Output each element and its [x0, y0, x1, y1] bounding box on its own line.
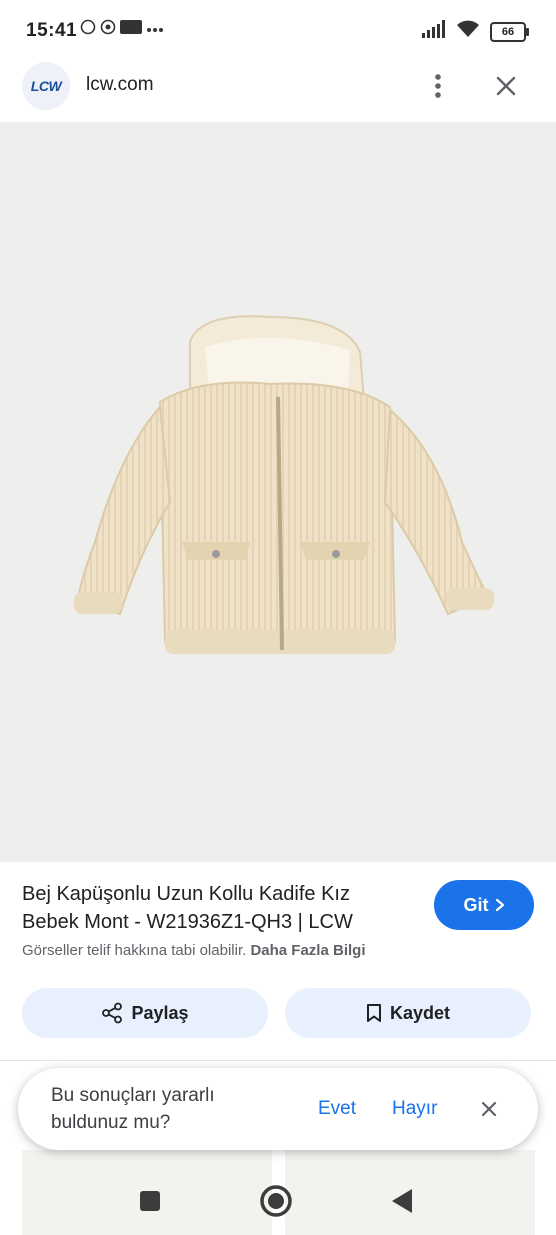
- home-button[interactable]: [258, 1183, 294, 1219]
- feedback-close-button[interactable]: [476, 1096, 502, 1122]
- close-icon: [481, 1101, 497, 1117]
- more-options-button[interactable]: [422, 68, 454, 104]
- feedback-question: Bu sonuçları yararlı buldunuz mu?: [51, 1085, 215, 1133]
- feedback-yes-button[interactable]: Evet: [318, 1098, 356, 1120]
- site-name[interactable]: lcw.com: [86, 74, 154, 96]
- more-dots-icon: [146, 22, 164, 36]
- product-image[interactable]: [0, 122, 556, 862]
- notification-icons: [80, 19, 164, 38]
- jacket-illustration: [74, 315, 494, 654]
- more-vert-icon: [435, 74, 441, 98]
- chevron-right-icon: [495, 898, 504, 912]
- product-info-panel: Bej Kapüşonlu Uzun Kollu Kadife Kız Bebe…: [0, 862, 556, 1062]
- triangle-back-icon: [392, 1189, 412, 1213]
- circle-icon: [260, 1185, 292, 1217]
- product-title[interactable]: Bej Kapüşonlu Uzun Kollu Kadife Kız Bebe…: [22, 880, 412, 936]
- save-button[interactable]: Kaydet: [285, 988, 531, 1038]
- hb-icon: [120, 20, 142, 37]
- battery-icon: 66: [490, 21, 529, 42]
- signal-icon: [422, 20, 446, 43]
- system-nav-bar: [0, 1165, 556, 1235]
- go-button[interactable]: Git: [434, 880, 534, 930]
- wifi-icon: [456, 20, 480, 43]
- bookmark-icon: [366, 1004, 381, 1022]
- copyright-text: Görseller telif hakkına tabi olabilir.: [22, 942, 247, 959]
- chrome-icon: [100, 19, 116, 38]
- go-label: Git: [463, 894, 489, 915]
- status-bar: 15:41 66: [0, 0, 556, 58]
- browser-topbar: LCW lcw.com: [0, 58, 556, 122]
- system-icons: 66: [422, 20, 529, 43]
- site-logo-text: LCW: [30, 78, 62, 94]
- site-logo: LCW: [22, 62, 70, 110]
- recents-button[interactable]: [132, 1183, 168, 1219]
- feedback-snackbar: Bu sonuçları yararlı buldunuz mu? Evet H…: [18, 1068, 538, 1150]
- share-icon: [102, 1002, 123, 1024]
- close-button[interactable]: [488, 68, 524, 104]
- whatsapp-icon: [80, 19, 96, 38]
- square-icon: [140, 1191, 160, 1211]
- status-time: 15:41: [26, 20, 78, 41]
- copyright-note: Görseller telif hakkına tabi olabilir. D…: [22, 942, 365, 959]
- share-label: Paylaş: [131, 1002, 189, 1023]
- section-divider: [0, 1060, 556, 1061]
- close-icon: [496, 76, 516, 96]
- feedback-no-button[interactable]: Hayır: [392, 1098, 437, 1120]
- more-info-link[interactable]: Daha Fazla Bilgi: [250, 942, 365, 959]
- back-button[interactable]: [384, 1183, 420, 1219]
- share-button[interactable]: Paylaş: [22, 988, 268, 1038]
- save-label: Kaydet: [389, 1002, 451, 1023]
